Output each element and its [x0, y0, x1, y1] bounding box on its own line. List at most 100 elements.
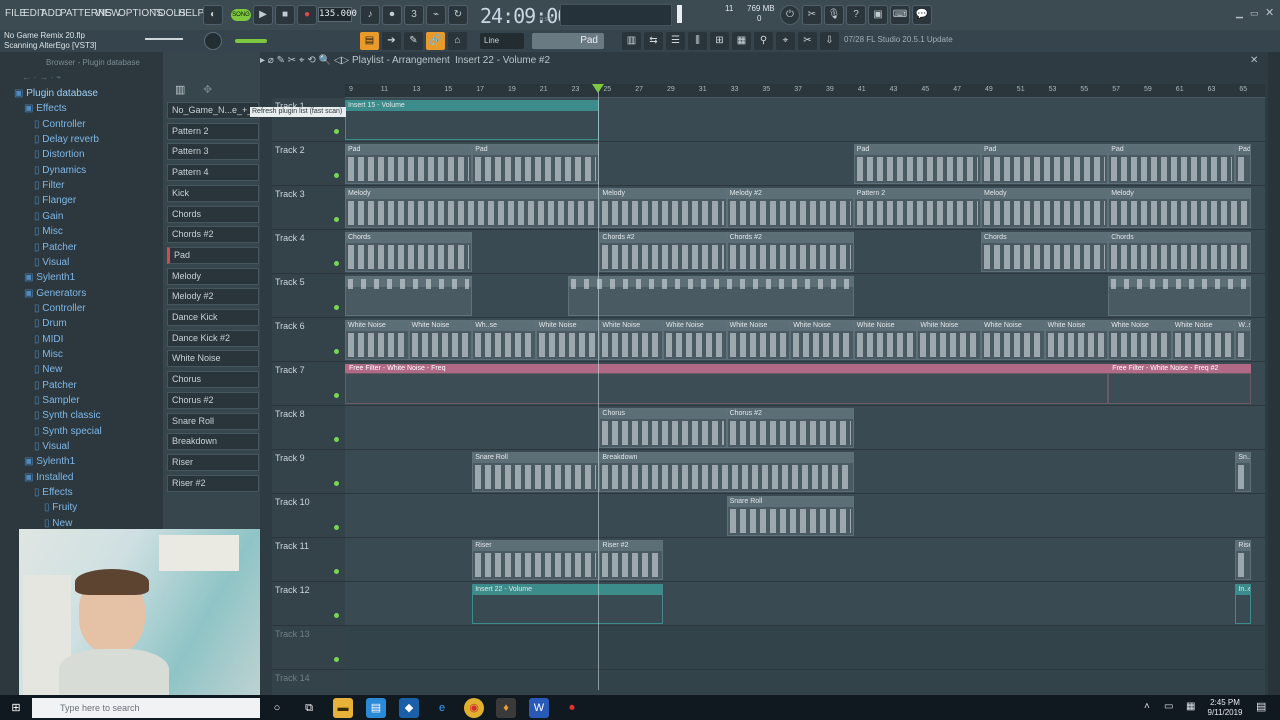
pattern-clip[interactable]: White Noise	[1044, 320, 1109, 360]
track-lane[interactable]	[345, 626, 1265, 670]
track-mute-led[interactable]	[334, 525, 339, 530]
track-mute-led[interactable]	[334, 305, 339, 310]
channel-item[interactable]: Riser #2	[167, 474, 259, 492]
track-mute-led[interactable]	[334, 481, 339, 486]
pattern-clip[interactable]: Snare Roll	[726, 496, 854, 536]
piano-roll-icon[interactable]: ⇆	[644, 32, 663, 50]
chat-icon[interactable]: 💬	[912, 5, 932, 25]
song-mode-indicator[interactable]: SONG	[231, 9, 251, 21]
pattern-clip[interactable]: Sn..ll	[1235, 452, 1252, 492]
pattern-clip[interactable]: Melody	[981, 188, 1109, 228]
browser-item[interactable]: ▯ Misc	[34, 226, 63, 237]
plugin-picker-icon[interactable]: ⚲	[754, 32, 773, 50]
step-edit-icon[interactable]: ⌁	[426, 5, 446, 25]
pattern-clip[interactable]: Pad	[981, 144, 1109, 184]
vertical-scrollbar[interactable]	[1268, 52, 1280, 695]
midi-icon[interactable]: ⌨	[890, 5, 910, 25]
browser-icon[interactable]: ▦	[732, 32, 751, 50]
microphone-icon[interactable]: 🎙	[824, 5, 844, 25]
browser-item[interactable]: ▯ Synth special	[34, 426, 102, 437]
browser-item[interactable]: ▯ Filter	[34, 180, 65, 191]
browser-item[interactable]: ▣ Sylenth1	[24, 272, 75, 283]
pattern-clip[interactable]: Chords	[981, 232, 1109, 272]
channel-item[interactable]: Chorus	[167, 371, 259, 389]
browser-item[interactable]: ▯ Controller	[34, 119, 86, 130]
master-volume-slider[interactable]	[145, 38, 183, 40]
link-icon[interactable]: 🔗	[426, 32, 445, 50]
channel-item[interactable]: Kick	[167, 184, 259, 202]
channel-item[interactable]: Pattern 3	[167, 143, 259, 161]
tray-chevron-icon[interactable]: ˄	[1144, 701, 1150, 712]
browser-item[interactable]: ▣ Plugin database	[14, 88, 98, 99]
clock-date[interactable]: 9/11/2019	[1201, 708, 1249, 717]
tempo-display[interactable]: 135.000	[318, 7, 357, 22]
track-mute-led[interactable]	[334, 129, 339, 134]
store-icon[interactable]: ▤	[366, 698, 386, 718]
notification-icon[interactable]: ▤	[1256, 700, 1266, 713]
track-mute-led[interactable]	[334, 569, 339, 574]
track-mute-led[interactable]	[334, 657, 339, 662]
pattern-clip[interactable]: Riser #2	[599, 540, 663, 580]
tempo-tapper-icon[interactable]: ⌖	[776, 32, 795, 50]
pattern-clip[interactable]: Pad	[472, 144, 600, 184]
export-icon[interactable]: ⇩	[820, 32, 839, 50]
browser-item[interactable]: ▯ Visual	[34, 441, 69, 452]
browser-item[interactable]: ▯ MIDI	[34, 334, 63, 345]
pattern-clip[interactable]: Melody	[345, 188, 600, 228]
channel-item[interactable]: Dance Kick #2	[167, 329, 259, 347]
master-level-slider[interactable]	[235, 39, 267, 43]
pattern-clip[interactable]: White Noise	[726, 320, 791, 360]
browser-item[interactable]: ▯ Gain	[34, 211, 63, 222]
pattern-clip[interactable]: White Noise	[853, 320, 918, 360]
pattern-clip[interactable]: White Noise	[345, 320, 409, 360]
browser-item[interactable]: ▯ Fruity	[44, 502, 77, 513]
track-header[interactable]: Track 10	[272, 494, 345, 538]
snap-select[interactable]: Line	[480, 33, 524, 49]
automation-clip[interactable]: Free Filter - White Noise - Freq #2	[1108, 364, 1252, 373]
menu-view[interactable]: VIEW	[95, 8, 121, 19]
track-header[interactable]: Track 8	[272, 406, 345, 450]
browser-item[interactable]: ▯ Drum	[34, 318, 67, 329]
channel-item[interactable]: Chords	[167, 205, 259, 223]
browser-item[interactable]: ▯ Synth classic	[34, 410, 101, 421]
track-mute-led[interactable]	[334, 613, 339, 618]
browser-item[interactable]: ▯ Dynamics	[34, 165, 86, 176]
pattern-clip[interactable]: Chords #2	[599, 232, 727, 272]
track-mute-led[interactable]	[334, 437, 339, 442]
track-header[interactable]: Track 1	[272, 98, 345, 142]
record-button[interactable]: ●	[297, 5, 317, 25]
stamp-icon[interactable]: ⌂	[448, 32, 467, 50]
save-icon[interactable]: ▣	[868, 5, 888, 25]
channel-item[interactable]: Pad	[167, 246, 259, 264]
pattern-clip[interactable]	[345, 276, 473, 316]
channel-rack-icon[interactable]: ☰	[666, 32, 685, 50]
channel-item[interactable]: White Noise	[167, 350, 259, 368]
wait-input-icon[interactable]: ⏺	[382, 5, 402, 25]
track-header[interactable]: Track 7	[272, 362, 345, 406]
clock-time[interactable]: 2:45 PM	[1201, 698, 1249, 707]
playlist-icon[interactable]: ▥	[622, 32, 641, 50]
mixer-icon[interactable]: ✂	[802, 5, 822, 25]
edge-icon[interactable]: e	[432, 698, 452, 718]
pattern-clip[interactable]: Chorus	[599, 408, 727, 448]
automation-clip[interactable]: Insert 15 - Volume	[345, 100, 600, 140]
play-button[interactable]: ▶	[253, 5, 273, 25]
pattern-clip[interactable]	[567, 276, 854, 316]
track-header[interactable]: Track 12	[272, 582, 345, 626]
browser-item[interactable]: ▯ Sampler	[34, 395, 80, 406]
cut-icon[interactable]: ✂	[798, 32, 817, 50]
battery-icon[interactable]: ▭	[1164, 701, 1173, 712]
word-icon[interactable]: W	[529, 698, 549, 718]
pattern-clip[interactable]: Chords #2	[726, 232, 854, 272]
arrow-icon[interactable]: ➔	[382, 32, 401, 50]
track-mute-led[interactable]	[334, 393, 339, 398]
playlist-toolbar-icons[interactable]: ▸ ⌀ ✎ ✂ ⌖ ⟲ 🔍 ◁▷	[260, 55, 349, 66]
file-explorer-icon[interactable]: ▬	[333, 698, 353, 718]
pattern-clip[interactable]: White Noise	[981, 320, 1045, 360]
pattern-clip[interactable]: Chords	[1108, 232, 1252, 272]
master-pitch-knob[interactable]	[204, 32, 222, 50]
channel-item[interactable]: Breakdown	[167, 433, 259, 451]
pattern-clip[interactable]: Pattern 2	[853, 188, 981, 228]
pattern-clip[interactable]: Pad	[1235, 144, 1252, 184]
browser-item[interactable]: ▯ New	[44, 518, 72, 529]
